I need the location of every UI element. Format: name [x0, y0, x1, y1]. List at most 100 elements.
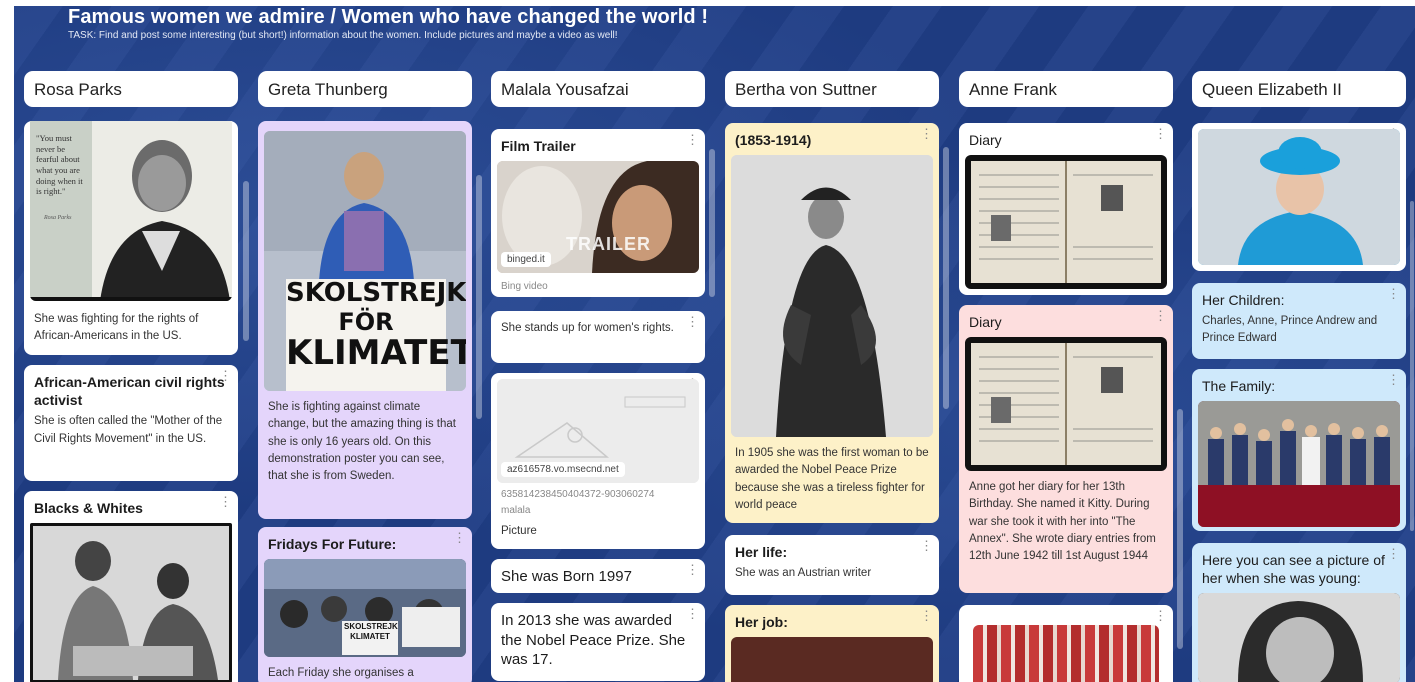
post-menu-icon[interactable]: ⋮ — [219, 369, 232, 382]
post-menu-icon[interactable]: ⋮ — [219, 495, 232, 508]
quote-attribution: Rosa Parks — [44, 215, 72, 221]
post-body: In 1905 she was the first woman to be aw… — [735, 447, 929, 511]
post-body: She stands up for women's rights. — [501, 322, 674, 334]
post-body: Anne got her diary for her 13th Birthday… — [969, 481, 1156, 563]
post-menu-icon[interactable]: ⋮ — [686, 133, 699, 146]
post-title: Here you can see a picture of her when s… — [1202, 552, 1385, 587]
post-card[interactable]: ⋮ (1853-1914) In 1905 she was the first … — [725, 123, 939, 523]
post-card[interactable]: ⋮ Her life: She was an Austrian writer — [725, 535, 939, 595]
post-card[interactable]: ⋮ Her job: — [725, 605, 939, 682]
board-title: Famous women we admire / Women who have … — [68, 6, 709, 28]
post-card[interactable]: ⋮ In 2013 she was awarded the Nobel Peac… — [491, 603, 705, 681]
column-header[interactable]: Greta Thunberg — [258, 71, 472, 107]
her-job-photo — [731, 637, 933, 682]
post-card[interactable]: ⋮ Blacks & Whites — [24, 491, 238, 682]
post-menu-icon[interactable]: ⋮ — [1154, 609, 1167, 622]
post-title: Fridays For Future: — [268, 536, 397, 552]
quote-text: "You must never be fearful about what yo… — [36, 133, 83, 197]
post-title: Blacks & Whites — [34, 500, 143, 516]
diary-photo — [965, 337, 1167, 472]
post-body: Charles, Anne, Prince Andrew and Prince … — [1202, 315, 1378, 345]
post-title: Her job: — [735, 614, 788, 630]
post-card[interactable]: ⋮ Film Trailer TRAILER binged.it Bing vi… — [491, 129, 705, 297]
post-menu-icon[interactable]: ⋮ — [686, 315, 699, 328]
column-header[interactable]: Bertha von Suttner — [725, 71, 939, 107]
small-sign-text: SKOLSTREJK KLIMATET — [344, 622, 398, 641]
video-link[interactable]: binged.it — [501, 252, 551, 268]
post-menu-icon[interactable]: ⋮ — [920, 539, 933, 552]
post-body: She is often called the "Mother of the C… — [34, 415, 223, 445]
sign-text: SKOLSTREJK FÖR KLIMATET — [286, 278, 466, 374]
picture-link[interactable]: az616578.vo.msecnd.net — [501, 462, 625, 477]
post-title: Her Children: — [1202, 292, 1285, 308]
post-card[interactable]: ⋮ African-American civil rights activist… — [24, 365, 238, 481]
post-body: She was fighting for the rights of Afric… — [34, 313, 199, 343]
post-card[interactable]: ⋮ — [1192, 123, 1406, 271]
rosa-parks-portrait: "You must never be fearful about what yo… — [30, 121, 232, 301]
post-card[interactable]: ⋮ Here you can see a picture of her when… — [1192, 543, 1406, 682]
column-queen-elizabeth: Queen Elizabeth II ⋮ ⋮ Her Children: Cha… — [1192, 71, 1414, 682]
trailer-overlay-text: TRAILER — [566, 234, 651, 255]
royal-family-photo — [1198, 401, 1400, 528]
post-menu-icon[interactable]: ⋮ — [1387, 373, 1400, 386]
post-card[interactable]: ⋮ Diary Anne got her diary for her 13th … — [959, 305, 1173, 593]
post-meta: 635814238450404372-903060274 — [501, 489, 655, 500]
post-card[interactable]: SKOLSTREJK FÖR KLIMATET She is fighting … — [258, 121, 472, 519]
post-title: Diary — [969, 314, 1002, 330]
post-title: Diary — [969, 132, 1002, 148]
post-body: She was an Austrian writer — [735, 567, 872, 580]
film-trailer-thumbnail[interactable]: TRAILER binged.it — [497, 161, 699, 274]
diary-photo — [965, 155, 1167, 290]
post-card[interactable]: ⋮ — [959, 605, 1173, 682]
post-title: (1853-1914) — [735, 132, 812, 148]
post-menu-icon[interactable]: ⋮ — [686, 563, 699, 576]
column-anne-frank: Anne Frank ⋮ Diary ⋮ Diary Anne got her … — [959, 71, 1183, 682]
post-body: Each Friday she organises a — [268, 667, 414, 680]
post-card[interactable]: ⋮ az616578.vo.msecnd.net 635814238450404… — [491, 373, 705, 549]
post-menu-icon[interactable]: ⋮ — [453, 531, 466, 544]
link-preview-placeholder[interactable]: az616578.vo.msecnd.net — [497, 379, 699, 483]
post-card[interactable]: ⋮ Her Children: Charles, Anne, Prince An… — [1192, 283, 1406, 359]
post-card[interactable]: ⋮ The Family: — [1192, 369, 1406, 531]
column-malala-yousafzai: Malala Yousafzai ⋮ Film Trailer TRAILER … — [491, 71, 715, 682]
column-header[interactable]: Malala Yousafzai — [491, 71, 705, 107]
bertha-portrait — [731, 155, 933, 438]
post-card[interactable]: ⋮ She was Born 1997 — [491, 559, 705, 593]
post-card[interactable]: ⋮ Diary — [959, 123, 1173, 295]
column-scrollbar[interactable] — [476, 175, 482, 419]
post-meta: malala — [501, 505, 531, 516]
post-menu-icon[interactable]: ⋮ — [686, 607, 699, 620]
post-title: The Family: — [1202, 378, 1276, 394]
column-scrollbar[interactable] — [709, 149, 715, 297]
column-header[interactable]: Queen Elizabeth II — [1192, 71, 1406, 107]
post-title: Her life: — [735, 544, 788, 560]
column-scrollbar[interactable] — [943, 147, 949, 409]
column-header[interactable]: Rosa Parks — [24, 71, 238, 107]
board-subtitle: TASK: Find and post some interesting (bu… — [68, 30, 618, 41]
post-card[interactable]: ⋮ Fridays For Future: SKOLSTREJK KLIMATE… — [258, 527, 472, 682]
column-scrollbar[interactable] — [243, 181, 249, 341]
post-menu-icon[interactable]: ⋮ — [1387, 287, 1400, 300]
post-title: In 2013 she was awarded the Nobel Peace … — [501, 612, 686, 668]
post-menu-icon[interactable]: ⋮ — [1154, 127, 1167, 140]
column-bertha-von-suttner: Bertha von Suttner ⋮ (1853-1914) In 1905… — [725, 71, 949, 682]
column-rosa-parks: Rosa Parks "You must never be fearful ab… — [24, 71, 249, 682]
post-menu-icon[interactable]: ⋮ — [920, 127, 933, 140]
post-title: African-American civil rights activist — [34, 374, 225, 409]
column-scrollbar[interactable] — [1410, 201, 1414, 531]
post-card[interactable]: ⋮ She stands up for women's rights. — [491, 311, 705, 363]
column-greta-thunberg: Greta Thunberg SKOLSTREJK FÖR KLIMATET S… — [258, 71, 482, 682]
post-menu-icon[interactable]: ⋮ — [1387, 547, 1400, 560]
post-meta: Bing video — [501, 281, 548, 293]
queen-portrait — [1198, 129, 1400, 265]
post-card[interactable]: "You must never be fearful about what yo… — [24, 121, 238, 355]
post-menu-icon[interactable]: ⋮ — [920, 609, 933, 622]
padlet-board: Famous women we admire / Women who have … — [14, 6, 1415, 682]
column-header[interactable]: Anne Frank — [959, 71, 1173, 107]
post-body: Picture — [501, 525, 537, 537]
post-body: She is fighting against climate change, … — [268, 401, 456, 482]
column-scrollbar[interactable] — [1177, 409, 1183, 649]
post-title: She was Born 1997 — [501, 568, 632, 585]
fridays-for-future-photo: SKOLSTREJK KLIMATET — [264, 559, 466, 658]
post-menu-icon[interactable]: ⋮ — [1154, 309, 1167, 322]
